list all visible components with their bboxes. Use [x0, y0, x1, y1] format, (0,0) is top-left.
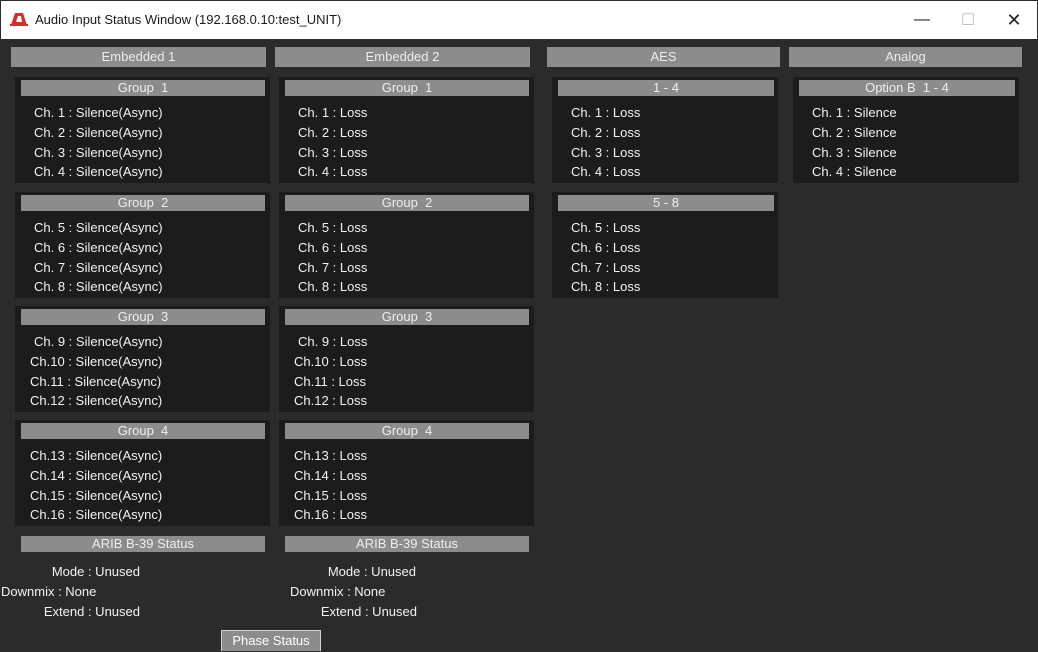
arib-mode: Mode : Unused	[327, 564, 416, 579]
group-title: 5 - 8	[558, 195, 774, 211]
channel-status: Ch. 8 : Loss	[571, 279, 641, 294]
embedded2-group-1: Group 1 Ch. 1 : Loss Ch. 2 : Loss Ch. 3 …	[279, 77, 534, 183]
channel-status: Ch. 5 : Loss	[571, 220, 641, 235]
channel-status: Ch. 4 : Loss	[571, 164, 641, 179]
embedded1-group-4: Group 4 Ch.13 : Silence(Async) Ch.14 : S…	[15, 420, 270, 526]
column-header-embedded-2: Embedded 2	[275, 47, 530, 67]
channel-status: Ch. 3 : Silence	[812, 145, 897, 160]
window-title: Audio Input Status Window (192.168.0.10:…	[35, 12, 342, 27]
channel-status: Ch.12 : Silence(Async)	[30, 393, 163, 408]
channel-status: Ch. 6 : Loss	[298, 240, 368, 255]
group-title: Group 2	[21, 195, 265, 211]
channel-status: Ch. 7 : Loss	[571, 260, 641, 275]
channel-status: Ch. 3 : Loss	[571, 145, 641, 160]
phase-status-button[interactable]: Phase Status	[221, 630, 321, 651]
close-button[interactable]: ✕	[991, 1, 1037, 39]
channel-status: Ch. 7 : Silence(Async)	[34, 260, 163, 275]
group-title: Group 4	[285, 423, 529, 439]
channel-status: Ch. 3 : Loss	[298, 145, 368, 160]
channel-status: Ch. 5 : Silence(Async)	[34, 220, 163, 235]
channel-status: Ch. 9 : Loss	[298, 334, 368, 349]
group-title: Group 3	[285, 309, 529, 325]
channel-status: Ch.16 : Loss	[294, 507, 367, 522]
arib-extend: Extend : Unused	[43, 604, 140, 619]
channel-status: Ch.14 : Loss	[294, 468, 367, 483]
embedded1-group-3: Group 3 Ch. 9 : Silence(Async) Ch.10 : S…	[15, 306, 270, 412]
audio-input-status-window: Audio Input Status Window (192.168.0.10:…	[0, 0, 1038, 652]
group-title: Group 2	[285, 195, 529, 211]
arib-status-title: ARIB B-39 Status	[285, 536, 529, 552]
column-header-analog: Analog	[789, 47, 1022, 67]
arib-extend: Extend : Unused	[320, 604, 417, 619]
channel-status: Ch. 8 : Silence(Async)	[34, 279, 163, 294]
channel-status: Ch.16 : Silence(Async)	[30, 507, 163, 522]
arib-mode: Mode : Unused	[51, 564, 140, 579]
channel-status: Ch. 3 : Silence(Async)	[34, 145, 163, 160]
channel-status: Ch. 1 : Loss	[298, 105, 368, 120]
arib-downmix: Downmix : None	[290, 584, 386, 599]
channel-status: Ch.15 : Loss	[294, 488, 367, 503]
minimize-button[interactable]: —	[899, 1, 945, 39]
title-bar[interactable]: Audio Input Status Window (192.168.0.10:…	[1, 1, 1037, 39]
channel-status: Ch.14 : Silence(Async)	[30, 468, 163, 483]
group-title: Group 4	[21, 423, 265, 439]
status-content: Embedded 1 Embedded 2 AES Analog Group 1…	[1, 39, 1037, 651]
arib-status-title: ARIB B-39 Status	[21, 536, 265, 552]
arib-downmix: Downmix : None	[1, 584, 97, 599]
channel-status: Ch.13 : Silence(Async)	[30, 448, 163, 463]
group-title: Group 1	[21, 80, 265, 96]
channel-status: Ch. 2 : Loss	[571, 125, 641, 140]
channel-status: Ch.13 : Loss	[294, 448, 367, 463]
embedded2-arib-status: ARIB B-39 Status Mode : Unused Downmix :…	[279, 533, 534, 623]
channel-status: Ch.10 : Silence(Async)	[30, 354, 163, 369]
channel-status: Ch. 1 : Loss	[571, 105, 641, 120]
column-header-embedded-1: Embedded 1	[11, 47, 266, 67]
channel-status: Ch. 2 : Silence	[812, 125, 897, 140]
embedded1-group-1: Group 1 Ch. 1 : Silence(Async) Ch. 2 : S…	[15, 77, 270, 183]
aes-group-1-4: 1 - 4 Ch. 1 : Loss Ch. 2 : Loss Ch. 3 : …	[552, 77, 778, 183]
channel-status: Ch. 4 : Loss	[298, 164, 368, 179]
channel-status: Ch.11 : Silence(Async)	[30, 374, 162, 389]
group-title: 1 - 4	[558, 80, 774, 96]
channel-status: Ch. 2 : Silence(Async)	[34, 125, 163, 140]
embedded1-arib-status: ARIB B-39 Status Mode : Unused Downmix :…	[1, 533, 270, 623]
embedded2-group-2: Group 2 Ch. 5 : Loss Ch. 6 : Loss Ch. 7 …	[279, 192, 534, 298]
aes-group-5-8: 5 - 8 Ch. 5 : Loss Ch. 6 : Loss Ch. 7 : …	[552, 192, 778, 298]
column-header-aes: AES	[547, 47, 780, 67]
channel-status: Ch. 8 : Loss	[298, 279, 368, 294]
channel-status: Ch. 6 : Loss	[571, 240, 641, 255]
maximize-button[interactable]: ☐	[945, 1, 991, 39]
channel-status: Ch. 4 : Silence	[812, 164, 897, 179]
channel-status: Ch. 2 : Loss	[298, 125, 368, 140]
group-title: Group 1	[285, 80, 529, 96]
group-title: Option B 1 - 4	[799, 80, 1015, 96]
app-logo-icon	[10, 13, 28, 26]
group-title: Group 3	[21, 309, 265, 325]
channel-status: Ch. 1 : Silence(Async)	[34, 105, 163, 120]
channel-status: Ch. 5 : Loss	[298, 220, 368, 235]
channel-status: Ch.10 : Loss	[294, 354, 367, 369]
embedded2-group-3: Group 3 Ch. 9 : Loss Ch.10 : Loss Ch.11 …	[279, 306, 534, 412]
channel-status: Ch.12 : Loss	[294, 393, 367, 408]
analog-option-b-1-4: Option B 1 - 4 Ch. 1 : Silence Ch. 2 : S…	[793, 77, 1019, 183]
embedded2-group-4: Group 4 Ch.13 : Loss Ch.14 : Loss Ch.15 …	[279, 420, 534, 526]
channel-status: Ch.11 : Loss	[294, 374, 367, 389]
channel-status: Ch. 1 : Silence	[812, 105, 897, 120]
embedded1-group-2: Group 2 Ch. 5 : Silence(Async) Ch. 6 : S…	[15, 192, 270, 298]
channel-status: Ch. 6 : Silence(Async)	[34, 240, 163, 255]
channel-status: Ch. 4 : Silence(Async)	[34, 164, 163, 179]
channel-status: Ch.15 : Silence(Async)	[30, 488, 163, 503]
channel-status: Ch. 9 : Silence(Async)	[34, 334, 163, 349]
channel-status: Ch. 7 : Loss	[298, 260, 368, 275]
